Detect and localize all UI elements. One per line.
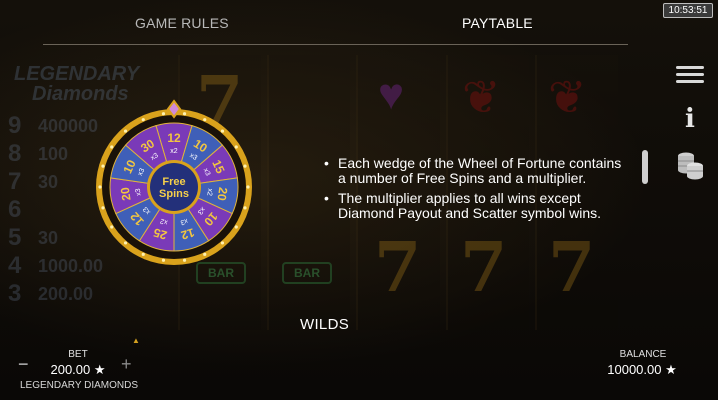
ornament-icon: ▲ xyxy=(132,336,140,345)
nav-divider xyxy=(43,44,628,45)
increase-bet-button[interactable]: + xyxy=(121,354,132,375)
scrollbar-thumb[interactable] xyxy=(642,150,648,184)
background-pay-count: 3 xyxy=(8,280,22,307)
background-pay-value: 30 xyxy=(38,227,59,248)
background-pay-value: 30 xyxy=(38,171,59,192)
wheel-stud xyxy=(203,252,207,256)
background-pay-count: 8 xyxy=(8,140,22,167)
wheel-description: Each wedge of the Wheel of Fortune conta… xyxy=(322,156,632,226)
wheel-stud xyxy=(220,241,225,245)
background-pay-count: 9 xyxy=(8,112,22,139)
wheel-wedge-multiplier: x2 xyxy=(205,188,213,196)
wheel-stud xyxy=(161,112,166,116)
wheel-stud xyxy=(161,258,166,262)
background-pay-count: 5 xyxy=(8,224,22,251)
decrease-bet-button[interactable]: − xyxy=(18,354,29,375)
background-seven-symbol: 7 xyxy=(548,228,596,308)
wheel-of-fortune: 12 x2 10 x3 15 x3 20 x2 10 x3 12 x3 25 x2 12 x3 20 x3 10 x3… xyxy=(88,95,260,271)
background-heart-symbol: ♥ xyxy=(378,70,405,119)
balance-label: BALANCE xyxy=(619,349,667,360)
hamburger-icon[interactable] xyxy=(676,66,704,84)
background-pay-count: 4 xyxy=(8,252,22,279)
wheel-stud xyxy=(220,129,225,133)
wheel-stud xyxy=(234,145,238,149)
wheel-stud xyxy=(98,185,102,189)
wheel-stud xyxy=(141,252,145,256)
wheel-stud xyxy=(182,112,187,116)
wheel-wedge-spins: 20 xyxy=(118,186,134,202)
wheel-stud xyxy=(123,241,128,245)
background-pay-count: 7 xyxy=(8,168,22,195)
background-seven-symbol: 7 xyxy=(460,228,508,308)
wheel-stud xyxy=(141,118,145,122)
background-logo-line1: LEGENDARY xyxy=(14,63,140,85)
bullet-item: Each wedge of the Wheel of Fortune conta… xyxy=(322,156,632,186)
background-cherry-symbol: ❦ xyxy=(548,71,587,123)
wheel-stud xyxy=(243,164,247,168)
background-pay-value: 200.00 xyxy=(38,283,94,304)
tab-game-rules[interactable]: GAME RULES xyxy=(135,15,229,31)
game-name: LEGENDARY DIAMONDS xyxy=(20,380,138,391)
section-heading-wilds: WILDS xyxy=(300,316,350,333)
background-pay-row: 3 200.00 xyxy=(8,280,178,308)
wheel-stud xyxy=(182,258,187,262)
background-pay-count: 6 xyxy=(8,196,22,223)
wheel-stud xyxy=(246,185,250,189)
wheel-stud xyxy=(243,206,247,210)
wheel-wedge-multiplier: x2 xyxy=(170,148,178,155)
wheel-wedge-spins: 12 xyxy=(167,131,181,145)
wheel-stud xyxy=(234,225,238,229)
tab-paytable[interactable]: PAYTABLE xyxy=(462,15,533,31)
wheel-stud xyxy=(110,145,114,149)
clock: 10:53:51 xyxy=(663,3,713,18)
background-bar-symbol: BAR xyxy=(282,262,332,284)
coins-icon[interactable] xyxy=(676,150,704,180)
wheel-graphic: 12x2 10x315x320x210x312x325x212x320 x310x3… xyxy=(96,99,252,265)
bet-label: BET xyxy=(68,349,88,360)
wheel-stud xyxy=(101,164,105,168)
wheel-stud xyxy=(110,225,114,229)
wheel-stud xyxy=(203,118,207,122)
wheel-center-label: Spins xyxy=(159,188,189,200)
scrollbar[interactable] xyxy=(640,60,650,330)
bet-value: 200.00 ★ xyxy=(50,362,106,377)
wheel-center-label: Free xyxy=(162,176,185,188)
background-seven-symbol: 7 xyxy=(374,228,422,308)
bullet-item: The multiplier applies to all wins excep… xyxy=(322,191,632,221)
wheel-stud xyxy=(101,206,105,210)
background-cherry-symbol: ❦ xyxy=(462,71,501,123)
background-pay-value: 100 xyxy=(38,143,69,164)
wheel-wedge-spins: 20 xyxy=(214,186,230,202)
info-icon[interactable]: i xyxy=(676,104,704,134)
wheel-stud xyxy=(123,129,128,133)
balance-value: 10000.00 ★ xyxy=(607,362,677,377)
wheel-wedge-multiplier: x3 xyxy=(135,188,143,196)
